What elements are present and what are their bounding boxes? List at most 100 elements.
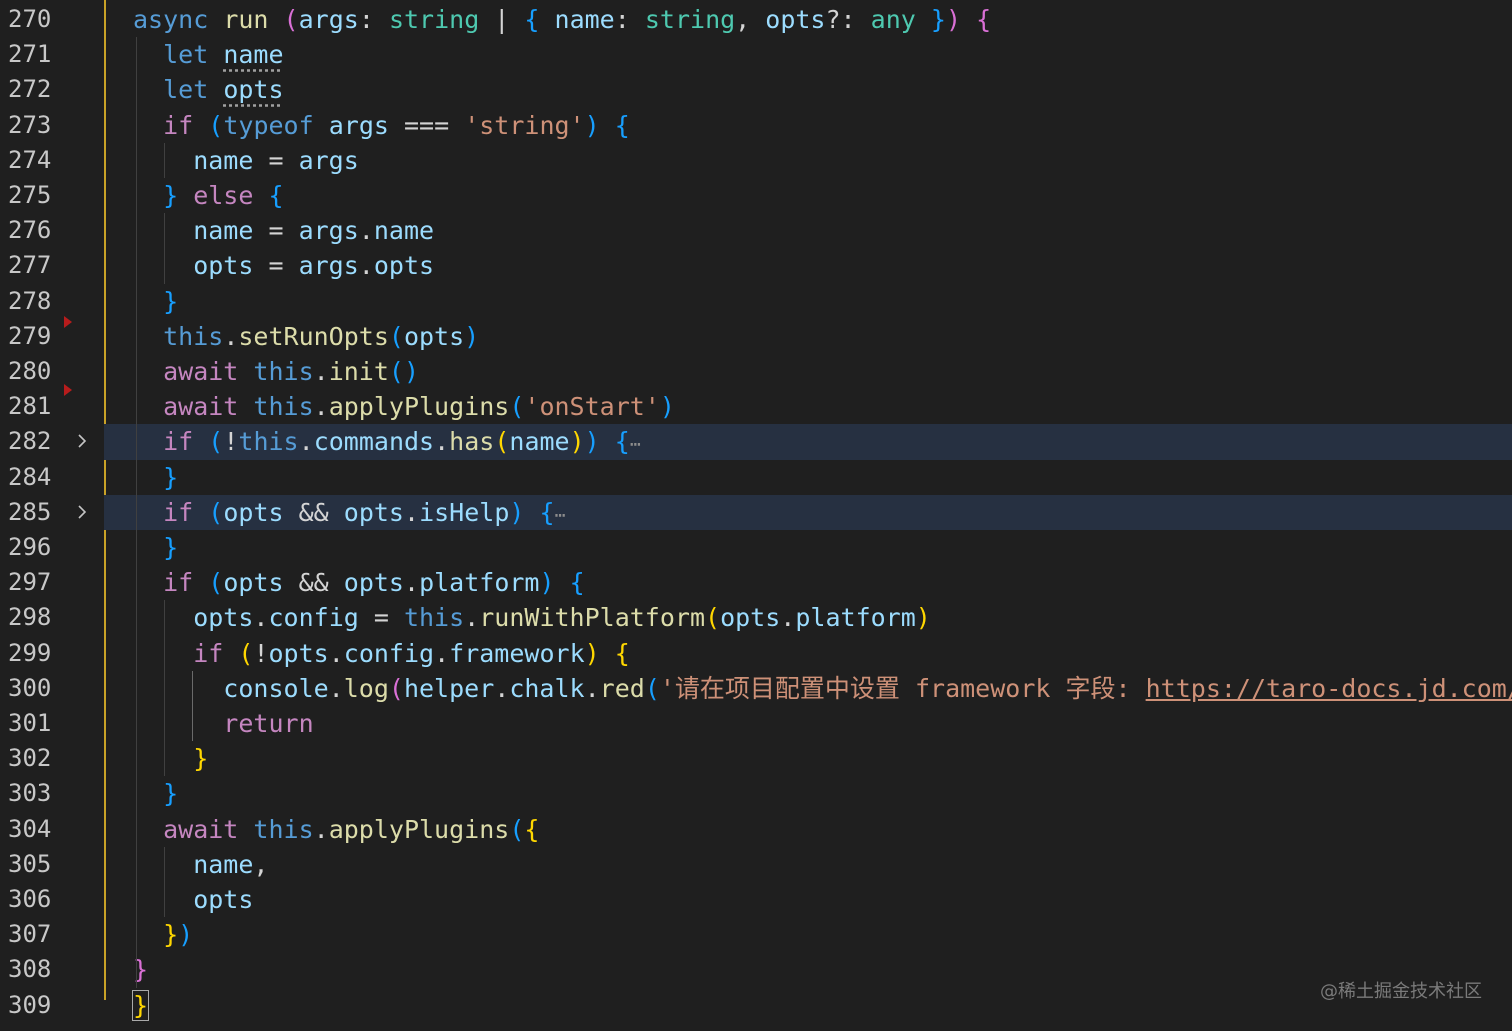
code-line[interactable]: 273 if (typeof args === 'string') { <box>0 108 1512 143</box>
code-token: ( <box>208 427 224 457</box>
code-token: ( <box>509 392 525 422</box>
chevron-right-icon[interactable] <box>74 433 90 449</box>
code-token: opts <box>720 603 781 633</box>
code-line[interactable]: 304 await this.applyPlugins({ <box>0 812 1512 847</box>
code-text: name, <box>133 847 268 882</box>
code-token: applyPlugins <box>328 814 510 844</box>
code-token[interactable]: https://taro-docs.jd.com/taro/d <box>1146 674 1512 703</box>
gutter[interactable]: 296 <box>0 530 104 565</box>
folded-ellipsis[interactable]: ⋯ <box>630 434 641 455</box>
code-token: . <box>494 673 510 703</box>
gutter[interactable]: 306 <box>0 882 104 917</box>
chevron-right-icon[interactable] <box>74 504 90 520</box>
code-line[interactable]: 306 opts <box>0 882 1512 917</box>
gutter[interactable]: 270 <box>0 2 104 37</box>
code-token: if <box>133 427 194 457</box>
gutter[interactable]: 298 <box>0 600 104 635</box>
gutter[interactable]: 299 <box>0 636 104 671</box>
code-token: ) <box>659 392 675 422</box>
code-token: log <box>343 673 389 703</box>
gutter[interactable]: 272 <box>0 72 104 107</box>
gutter[interactable]: 307 <box>0 917 104 952</box>
code-token: . <box>313 392 329 422</box>
gutter[interactable]: 303 <box>0 776 104 811</box>
gutter[interactable]: 274 <box>0 143 104 178</box>
code-token: . <box>328 638 344 668</box>
code-line[interactable]: 300 console.log(helper.chalk.red('请在项目配置… <box>0 671 1512 706</box>
code-token: this <box>253 814 314 844</box>
code-line[interactable]: 274 name = args <box>0 143 1512 178</box>
gutter[interactable]: 276 <box>0 213 104 248</box>
code-token: if <box>133 568 194 598</box>
code-text: if (typeof args === 'string') { <box>133 108 630 143</box>
code-line[interactable]: 309} <box>0 988 1512 1023</box>
code-line[interactable]: 278 } <box>0 284 1512 319</box>
gutter[interactable]: 302 <box>0 741 104 776</box>
code-line[interactable]: 308} <box>0 952 1512 987</box>
code-token: && <box>283 568 344 598</box>
gutter[interactable]: 282 <box>0 424 104 460</box>
gutter[interactable]: 301 <box>0 706 104 741</box>
gutter[interactable]: 279 <box>0 319 104 354</box>
code-line[interactable]: 272 let opts <box>0 72 1512 107</box>
code-line[interactable]: 301 return <box>0 706 1512 741</box>
code-line[interactable]: 297 if (opts && opts.platform) { <box>0 565 1512 600</box>
code-line[interactable]: 298 opts.config = this.runWithPlatform(o… <box>0 600 1512 635</box>
code-token: } <box>133 533 179 562</box>
code-text: name = args <box>133 143 359 178</box>
code-line[interactable]: 305 name, <box>0 847 1512 882</box>
gutter[interactable]: 280 <box>0 354 104 389</box>
line-number: 305 <box>8 849 52 878</box>
code-line[interactable]: 279 this.setRunOpts(opts) <box>0 319 1512 354</box>
gutter[interactable]: 278 <box>0 284 104 319</box>
gutter[interactable]: 271 <box>0 37 104 72</box>
code-line[interactable]: 282 if (!this.commands.has(name)) {⋯ <box>0 424 1512 460</box>
code-token: this <box>133 321 224 351</box>
code-token: else <box>178 181 269 210</box>
gutter[interactable]: 297 <box>0 565 104 600</box>
code-token: opts <box>765 5 826 34</box>
code-line[interactable]: 280 await this.init() <box>0 354 1512 389</box>
code-line[interactable]: 299 if (!opts.config.framework) { <box>0 636 1512 671</box>
line-number: 271 <box>8 40 52 69</box>
code-line[interactable]: 275 } else { <box>0 178 1512 213</box>
gutter[interactable]: 300 <box>0 671 104 706</box>
gutter[interactable]: 304 <box>0 812 104 847</box>
gutter[interactable]: 285 <box>0 494 104 530</box>
code-editor[interactable]: 270 async run (args: string | { name: str… <box>0 0 1512 1031</box>
code-line[interactable]: 281 await this.applyPlugins('onStart') <box>0 389 1512 424</box>
code-line[interactable]: 303 } <box>0 776 1512 811</box>
code-token: opts <box>343 568 404 598</box>
code-text: } <box>133 460 178 495</box>
folded-ellipsis[interactable]: ⋯ <box>555 505 566 526</box>
code-token: runWithPlatform <box>479 603 706 633</box>
code-line[interactable]: 284 } <box>0 460 1512 495</box>
gutter[interactable]: 308 <box>0 952 104 987</box>
gutter[interactable]: 305 <box>0 847 104 882</box>
code-token: ) <box>509 497 525 527</box>
code-line[interactable]: 271 let name <box>0 37 1512 72</box>
indent-guide <box>164 142 165 178</box>
code-token: string <box>388 5 480 34</box>
code-line[interactable]: 302 } <box>0 741 1512 776</box>
gutter[interactable]: 277 <box>0 248 104 283</box>
code-line[interactable]: 285 if (opts && opts.isHelp) {⋯ <box>0 494 1512 530</box>
code-line[interactable]: 296 } <box>0 530 1512 565</box>
code-line[interactable]: 270 async run (args: string | { name: str… <box>0 2 1512 37</box>
line-number: 309 <box>8 990 52 1019</box>
gutter[interactable]: 275 <box>0 178 104 213</box>
code-line[interactable]: 277 opts = args.opts <box>0 248 1512 283</box>
code-line[interactable]: 307 }) <box>0 917 1512 952</box>
code-token: } <box>930 5 946 34</box>
code-token: } <box>133 920 179 950</box>
code-line[interactable]: 276 name = args.name <box>0 213 1512 248</box>
code-token: = <box>253 145 299 175</box>
gutter[interactable]: 309 <box>0 988 104 1023</box>
gutter[interactable]: 284 <box>0 460 104 495</box>
code-token: ( <box>388 673 404 703</box>
line-number: 285 <box>8 497 52 526</box>
gutter[interactable]: 281 <box>0 389 104 424</box>
gutter[interactable]: 273 <box>0 108 104 143</box>
